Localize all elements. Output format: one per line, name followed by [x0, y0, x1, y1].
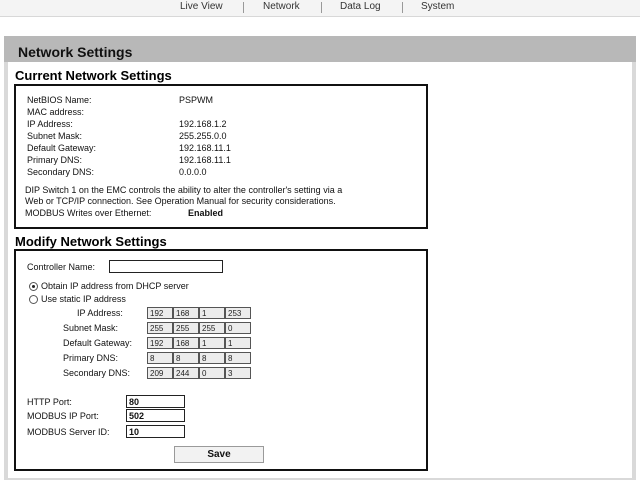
- secondary-dns-value: 0.0.0.0: [179, 167, 207, 177]
- dhcp-label: Obtain IP address from DHCP server: [41, 281, 189, 291]
- top-nav: Live View Network Data Log System: [0, 0, 640, 17]
- subnet-value: 255.255.0.0: [179, 131, 227, 141]
- subnet-octet-input[interactable]: [225, 322, 251, 334]
- primary-dns-octet-input[interactable]: [173, 352, 199, 364]
- ip-octet-input[interactable]: [147, 307, 173, 319]
- secondary-dns-octet-input[interactable]: [199, 367, 225, 379]
- modbus-writes-value: Enabled: [188, 208, 224, 218]
- subnet-octet-input[interactable]: [147, 322, 173, 334]
- secondary-dns-octet-input[interactable]: [225, 367, 251, 379]
- dip-note-line2: Web or TCP/IP connection. See Operation …: [25, 196, 336, 206]
- page-title: Network Settings: [18, 44, 133, 60]
- ip-octet-input[interactable]: [225, 307, 251, 319]
- ip-value: 192.168.1.2: [179, 119, 227, 129]
- ip-octet-input[interactable]: [173, 307, 199, 319]
- primary-dns-octet-input[interactable]: [199, 352, 225, 364]
- dhcp-radio[interactable]: [29, 282, 38, 291]
- gateway-value: 192.168.11.1: [179, 143, 231, 153]
- modify-gateway-label: Default Gateway:: [63, 338, 133, 348]
- nav-separator: [243, 2, 244, 13]
- static-ip-radio[interactable]: [29, 295, 38, 304]
- controller-name-label: Controller Name:: [27, 262, 96, 272]
- gateway-octet-input[interactable]: [199, 337, 225, 349]
- nav-gap: [0, 17, 640, 36]
- nav-system[interactable]: System: [421, 1, 454, 12]
- modbus-ip-port-label: MODBUS IP Port:: [27, 411, 99, 421]
- secondary-dns-octet-input[interactable]: [173, 367, 199, 379]
- modify-settings-title: Modify Network Settings: [15, 234, 167, 249]
- gateway-octet-input[interactable]: [147, 337, 173, 349]
- gateway-octet-input[interactable]: [225, 337, 251, 349]
- modbus-server-id-label: MODBUS Server ID:: [27, 427, 110, 437]
- modbus-ip-port-input[interactable]: [126, 409, 185, 422]
- subnet-label: Subnet Mask:: [27, 131, 83, 141]
- primary-dns-label: Primary DNS:: [27, 155, 83, 165]
- page-header: Network Settings: [4, 36, 636, 62]
- http-port-label: HTTP Port:: [27, 397, 72, 407]
- modbus-server-id-input[interactable]: [126, 425, 185, 438]
- ip-octet-input[interactable]: [199, 307, 225, 319]
- primary-dns-octet-input[interactable]: [225, 352, 251, 364]
- nav-network[interactable]: Network: [263, 1, 300, 12]
- primary-dns-octet-input[interactable]: [147, 352, 173, 364]
- primary-dns-value: 192.168.11.1: [179, 155, 231, 165]
- dip-note-line1: DIP Switch 1 on the EMC controls the abi…: [25, 185, 343, 195]
- nav-live-view[interactable]: Live View: [180, 1, 223, 12]
- static-ip-label: Use static IP address: [41, 294, 126, 304]
- netbios-value: PSPWM: [179, 95, 214, 105]
- gateway-octet-input[interactable]: [173, 337, 199, 349]
- mac-label: MAC address:: [27, 107, 85, 117]
- http-port-input[interactable]: [126, 395, 185, 408]
- controller-name-input[interactable]: [109, 260, 223, 273]
- subnet-octet-input[interactable]: [199, 322, 225, 334]
- modbus-writes-label: MODBUS Writes over Ethernet:: [25, 208, 152, 218]
- modify-primary-dns-label: Primary DNS:: [63, 353, 119, 363]
- ip-label: IP Address:: [27, 119, 73, 129]
- nav-data-log[interactable]: Data Log: [340, 1, 381, 12]
- secondary-dns-octet-input[interactable]: [147, 367, 173, 379]
- modify-subnet-label: Subnet Mask:: [63, 323, 119, 333]
- nav-separator: [321, 2, 322, 13]
- modify-ip-label: IP Address:: [77, 308, 123, 318]
- gateway-label: Default Gateway:: [27, 143, 97, 153]
- secondary-dns-label: Secondary DNS:: [27, 167, 95, 177]
- save-button[interactable]: Save: [174, 446, 264, 463]
- netbios-label: NetBIOS Name:: [27, 95, 92, 105]
- nav-separator: [402, 2, 403, 13]
- modify-secondary-dns-label: Secondary DNS:: [63, 368, 131, 378]
- current-settings-title: Current Network Settings: [15, 68, 172, 83]
- subnet-octet-input[interactable]: [173, 322, 199, 334]
